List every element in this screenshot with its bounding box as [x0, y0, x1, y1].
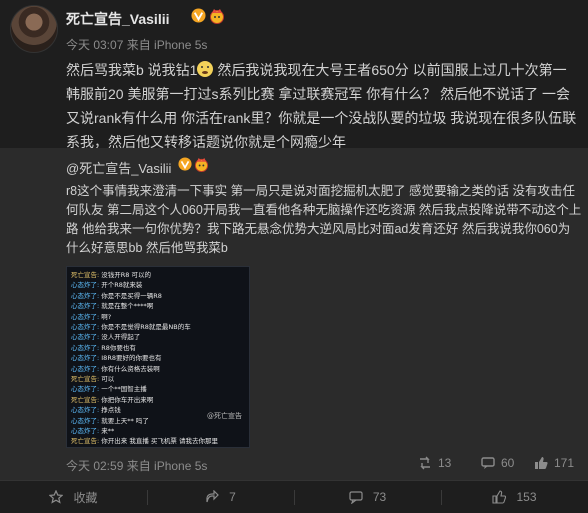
repost-count: 13 [438, 456, 452, 470]
chat-line: 死亡宣告: 没钱开R8 可以的 [71, 271, 151, 279]
chat-line: 心态炸了: 你有什么资格去装啊 [71, 365, 160, 373]
chat-message: 来** [101, 427, 115, 435]
like-count: 153 [516, 490, 537, 504]
chat-message: I8R8要好的你要也有 [101, 354, 162, 363]
chat-sender: 死亡宣告: [71, 375, 102, 383]
chat-message: 没钱开R8 可以的 [101, 271, 151, 279]
favorite-label: 收藏 [73, 490, 98, 505]
favorite-button[interactable]: 收藏 [0, 481, 147, 513]
comment-button[interactable]: 73 [294, 481, 441, 513]
chat-sender: 死亡宣告: [71, 395, 102, 404]
chat-sender: 心态炸了: [71, 427, 102, 435]
chat-sender: 心态炸了: [71, 333, 102, 342]
thumbs-up-icon [535, 457, 548, 469]
chat-sender: 死亡宣告: [71, 271, 102, 279]
share-button[interactable]: 7 [147, 481, 294, 513]
chat-message: R8你要也有 [101, 343, 136, 352]
repost-text: r8这个事情我来澄清一下事实 第一局只是说对面挖掘机太肥了 感觉要输之类的话 没… [66, 184, 582, 255]
chat-message: 挣点钱 [101, 406, 121, 415]
laughing-emoji-icon [197, 61, 214, 77]
chat-message: 没人开得起了 [101, 333, 141, 342]
repost-username[interactable]: @死亡宣告_Vasilii [66, 158, 171, 177]
chat-message: 你是不是觉得R8就是最NB的车 [101, 323, 191, 331]
comment-icon [349, 491, 363, 504]
vip-crown-icon [194, 157, 209, 172]
chat-line: 心态炸了: 挣点钱 [71, 406, 121, 414]
chat-line: 心态炸了: 你是不是买得一辆R8 [71, 292, 162, 300]
repost-like-count: 171 [554, 456, 575, 470]
chat-line: 死亡宣告: 你开出来 我直播 买飞机票 请我去你那里 [71, 437, 218, 445]
username[interactable]: 死亡宣告_Vasilii [66, 9, 169, 29]
chat-sender: 心态炸了: [71, 406, 102, 415]
chat-sender: 心态炸了: [71, 385, 102, 394]
verified-badge-icon [178, 157, 192, 171]
chat-sender: 心态炸了: [71, 281, 102, 290]
repost-time: 今天 02:59 来自 iPhone 5s [66, 459, 208, 473]
weibo-post: 死亡宣告_Vasilii 今天 03:07 来自 iPhone 5s 然后骂我菜… [0, 0, 588, 513]
chat-sender: 心态炸了: [71, 364, 102, 373]
chat-line: 心态炸了: 一个**国智主播 [71, 385, 147, 393]
post-meta: 今天 03:07 来自 iPhone 5s [66, 38, 208, 52]
chat-line: 死亡宣告: 你把你车开出来啊 [71, 396, 153, 404]
chat-line: 心态炸了: R8你要也有 [71, 344, 136, 352]
chat-message: 啊? [101, 312, 112, 321]
repost-comments-stat[interactable]: 60 [481, 456, 514, 470]
comment-count: 73 [372, 490, 387, 504]
repost-reposts-stat[interactable]: 13 [418, 456, 451, 470]
share-count: 7 [229, 490, 236, 504]
chat-sender: 心态炸了: [71, 416, 102, 425]
chat-sender: 心态炸了: [71, 302, 102, 311]
thumbs-up-icon [492, 490, 507, 504]
chat-message: 就是在整个****啊 [101, 302, 154, 311]
chat-line: 心态炸了: 开个R8就来装 [71, 281, 142, 289]
chat-line: 心态炸了: 你是不是觉得R8就是最NB的车 [71, 323, 191, 331]
chat-line: 心态炸了: 啊? [71, 313, 111, 321]
avatar[interactable] [10, 5, 58, 53]
chat-sender: 死亡宣告: [71, 437, 102, 446]
post-text-part1: 然后骂我菜b 说我钻1 [66, 62, 198, 78]
chat-sender: 心态炸了: [71, 312, 102, 321]
chat-sender: 心态炸了: [71, 354, 102, 363]
chat-sender: 心态炸了: [71, 323, 102, 331]
star-icon [49, 490, 64, 504]
chat-message: 你是不是买得一辆R8 [101, 291, 162, 300]
chat-message: 你有什么资格去装啊 [101, 364, 160, 373]
vip-crown-icon [210, 9, 224, 24]
chat-message: 可以 [101, 375, 115, 383]
image-watermark: @死亡宣告 [207, 412, 242, 420]
verified-badge-icon [191, 8, 206, 23]
chat-line: 心态炸了: 没人开得起了 [71, 333, 140, 341]
repost-comment-count: 60 [501, 456, 515, 470]
chat-screenshot-image[interactable]: 死亡宣告: 没钱开R8 可以的 心态炸了: 开个R8就来装 心态炸了: 你是不是买得… [66, 266, 250, 448]
action-bar: 收藏 7 73 153 [0, 480, 588, 513]
reposted-content[interactable]: @死亡宣告_Vasilii r8这个事情我来澄清一下事实 第一局只是说对面挖掘机… [0, 148, 588, 480]
share-icon [206, 490, 220, 503]
chat-line: 心态炸了: I8R8要好的你要也有 [71, 354, 161, 362]
chat-message: 就要上天** 吗了 [101, 416, 149, 425]
post-text: 然后骂我菜b 说我钻1 然后我说我现在大号王者650分 以前国服上过几十次第一 … [66, 58, 578, 154]
comment-icon [481, 457, 495, 469]
chat-sender: 心态炸了: [71, 343, 102, 352]
chat-message: 一个**国智主播 [101, 385, 147, 394]
chat-message: 你开出来 我直播 买飞机票 请我去你那里 [101, 437, 218, 446]
chat-sender: 心态炸了: [71, 291, 102, 300]
chat-message: 你把你车开出来啊 [101, 395, 154, 404]
repost-likes-stat[interactable]: 171 [534, 456, 574, 470]
chat-line: 死亡宣告: 可以 [71, 375, 114, 383]
repost-icon [420, 456, 430, 470]
chat-line: 心态炸了: 来** [71, 427, 114, 435]
like-button[interactable]: 153 [441, 481, 588, 513]
chat-message: 开个R8就来装 [101, 281, 143, 290]
chat-line: 心态炸了: 就是在整个****啊 [71, 302, 153, 310]
chat-line: 心态炸了: 就要上天** 吗了 [71, 417, 149, 425]
